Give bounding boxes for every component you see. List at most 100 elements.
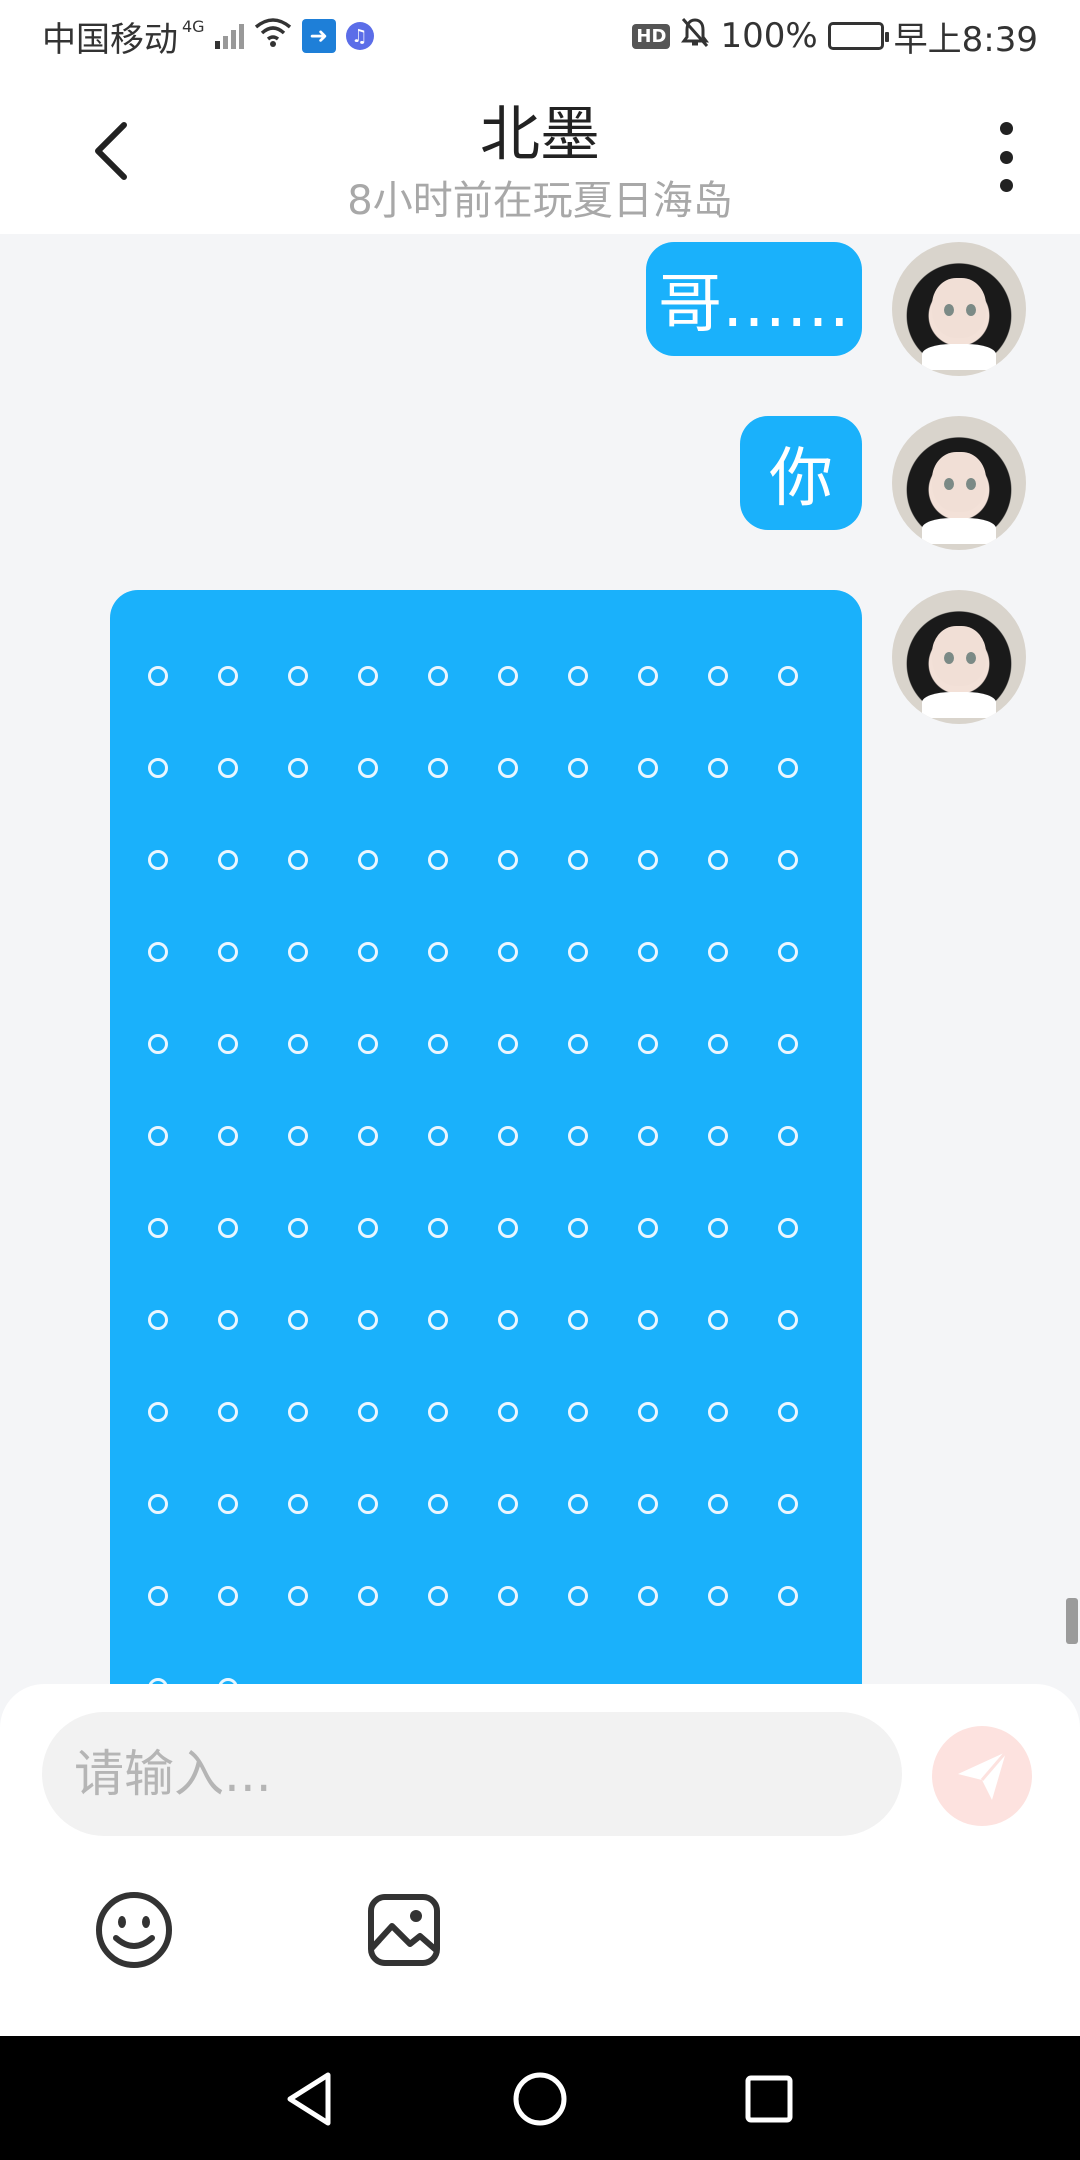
dot xyxy=(568,1126,588,1146)
status-left: 中国移动 4G ➜ ♫ xyxy=(42,12,374,61)
dot xyxy=(358,850,378,870)
chat-area[interactable]: 哥…… 你 xyxy=(0,234,1080,1684)
dot xyxy=(568,1494,588,1514)
dot xyxy=(358,1586,378,1606)
dot xyxy=(638,942,658,962)
dot xyxy=(148,1494,168,1514)
dot xyxy=(288,1218,308,1238)
dot xyxy=(218,666,238,686)
dot xyxy=(778,1218,798,1238)
dot xyxy=(498,758,518,778)
status-bar: 中国移动 4G ➜ ♫ HD 100% 早上8:39 xyxy=(0,0,1080,72)
message-bubble[interactable]: 哥…… xyxy=(646,242,862,356)
dot xyxy=(428,1126,448,1146)
dot xyxy=(568,1218,588,1238)
dot xyxy=(568,1034,588,1054)
dot xyxy=(358,666,378,686)
message-bubble-large[interactable] xyxy=(110,590,862,1684)
page-title: 北墨 xyxy=(480,100,600,170)
dot xyxy=(638,1218,658,1238)
dot xyxy=(218,1310,238,1330)
dot xyxy=(708,1310,728,1330)
dot xyxy=(708,666,728,686)
dot xyxy=(148,1034,168,1054)
dot xyxy=(638,1402,658,1422)
avatar[interactable] xyxy=(892,590,1026,724)
dot xyxy=(358,758,378,778)
dot xyxy=(218,1494,238,1514)
dot xyxy=(428,1218,448,1238)
dot xyxy=(778,1126,798,1146)
dot xyxy=(358,1494,378,1514)
dot xyxy=(638,1586,658,1606)
mute-bell-icon xyxy=(680,16,710,57)
music-notification-icon: ♫ xyxy=(345,22,374,50)
dot xyxy=(428,1034,448,1054)
dot xyxy=(778,758,798,778)
paper-plane-icon xyxy=(958,1751,1008,1800)
dot xyxy=(638,758,658,778)
dot xyxy=(778,1586,798,1606)
dot xyxy=(708,1034,728,1054)
dot xyxy=(498,1218,518,1238)
message-text: 你 xyxy=(769,442,833,516)
dot xyxy=(638,1126,658,1146)
dot xyxy=(288,1402,308,1422)
dot xyxy=(708,942,728,962)
dot xyxy=(428,942,448,962)
nav-recents-button[interactable] xyxy=(734,2064,804,2134)
dot xyxy=(568,758,588,778)
send-button[interactable] xyxy=(932,1726,1032,1826)
dot xyxy=(498,850,518,870)
smiley-icon xyxy=(96,1892,172,1968)
dot xyxy=(358,1126,378,1146)
dot xyxy=(708,758,728,778)
message-bubble[interactable]: 你 xyxy=(740,416,862,530)
scrollbar-thumb[interactable] xyxy=(1066,1598,1078,1644)
dot xyxy=(428,758,448,778)
dot xyxy=(428,1494,448,1514)
dot xyxy=(778,942,798,962)
dot xyxy=(638,1034,658,1054)
image-button[interactable] xyxy=(364,1890,444,1970)
nav-back-button[interactable] xyxy=(274,2064,344,2134)
app-notification-icon: ➜ xyxy=(301,19,336,53)
avatar[interactable] xyxy=(892,242,1026,376)
status-right: HD 100% 早上8:39 xyxy=(632,12,1038,61)
triangle-back-icon xyxy=(287,2072,331,2126)
dot xyxy=(638,1494,658,1514)
dot xyxy=(358,1034,378,1054)
dot xyxy=(638,1310,658,1330)
dot xyxy=(148,942,168,962)
dot xyxy=(218,1402,238,1422)
message-input[interactable] xyxy=(42,1712,902,1836)
signal-icon xyxy=(214,23,244,49)
dot xyxy=(148,1310,168,1330)
dot xyxy=(218,942,238,962)
dot xyxy=(498,1586,518,1606)
dot xyxy=(148,666,168,686)
dot xyxy=(708,1586,728,1606)
more-dots-icon xyxy=(999,122,1013,135)
network-label: 4G xyxy=(182,16,205,36)
dot xyxy=(498,1494,518,1514)
dot xyxy=(568,850,588,870)
dot xyxy=(288,666,308,686)
image-icon xyxy=(368,1894,440,1966)
dot xyxy=(358,1310,378,1330)
circle-home-icon xyxy=(513,2072,567,2126)
avatar[interactable] xyxy=(892,416,1026,550)
dot xyxy=(568,1310,588,1330)
carrier-label: 中国移动 xyxy=(42,19,178,60)
dot xyxy=(428,1586,448,1606)
dot xyxy=(288,1034,308,1054)
dot xyxy=(288,942,308,962)
dot xyxy=(148,1402,168,1422)
nav-home-button[interactable] xyxy=(505,2064,575,2134)
more-options-button[interactable] xyxy=(986,122,1026,192)
dot xyxy=(778,666,798,686)
dot xyxy=(708,1494,728,1514)
dot xyxy=(148,758,168,778)
dot xyxy=(638,666,658,686)
emoji-button[interactable] xyxy=(94,1890,174,1970)
